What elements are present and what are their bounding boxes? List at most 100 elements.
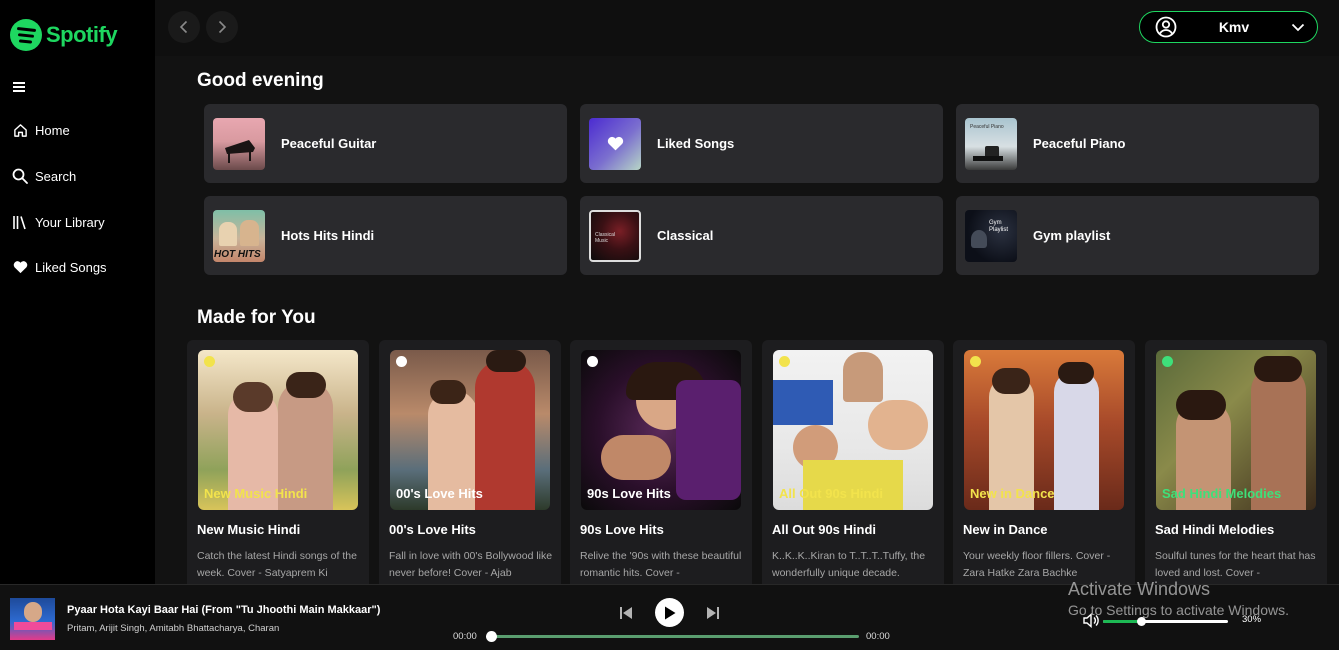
- quick-pick-label: Peaceful Guitar: [281, 136, 377, 151]
- sidebar: Spotify Home Search Your Library Liked S…: [0, 0, 155, 584]
- chevron-right-icon: [218, 20, 227, 34]
- mix-card[interactable]: New in Dance New in Dance Your weekly fl…: [953, 340, 1135, 584]
- mix-cover-title: 00's Love Hits: [396, 486, 483, 501]
- quick-pick-label: Liked Songs: [657, 136, 735, 151]
- user-name: Kmv: [1218, 19, 1250, 35]
- heart-icon: [12, 259, 28, 275]
- now-playing-artists[interactable]: Pritam, Arijit Singh, Amitabh Bhattachar…: [67, 623, 279, 634]
- mix-description: Relive the '90s with these beautiful rom…: [580, 550, 742, 579]
- watermark-line-2: Go to Settings to activate Windows.: [1068, 602, 1289, 618]
- mix-title: New Music Hindi: [197, 522, 301, 537]
- mix-card[interactable]: New Music Hindi New Music Hindi Catch th…: [187, 340, 369, 584]
- sidebar-item-label: Your Library: [35, 214, 105, 230]
- mix-cover: 00's Love Hits: [390, 350, 550, 510]
- sidebar-item-library[interactable]: Your Library: [12, 214, 105, 230]
- main-content[interactable]: Kmv Good evening Peaceful Guitar Liked S…: [155, 0, 1339, 584]
- cover-text: Peaceful Piano: [970, 123, 1004, 130]
- mix-card[interactable]: 00's Love Hits 00's Love Hits Fall in lo…: [379, 340, 561, 584]
- quick-pick-label: Peaceful Piano: [1033, 136, 1126, 151]
- elapsed-time: 00:00: [453, 631, 477, 642]
- top-bar: Kmv: [155, 0, 1339, 56]
- seek-bar[interactable]: [486, 631, 859, 642]
- liked-songs-cover: [589, 117, 641, 170]
- quick-pick-card[interactable]: Liked Songs: [580, 104, 943, 183]
- chevron-down-icon: [1291, 23, 1305, 31]
- cover-text: Gym Playlist: [989, 219, 1009, 233]
- watermark-line-1: Activate Windows: [1068, 579, 1211, 599]
- spotify-logo[interactable]: Spotify: [10, 19, 118, 51]
- windows-activation-watermark: Activate Windows Go to Settings to activ…: [1068, 579, 1289, 618]
- volume-slider[interactable]: [1103, 617, 1228, 626]
- spotify-badge-icon: [204, 356, 215, 367]
- mix-description: Fall in love with 00's Bollywood like ne…: [389, 550, 553, 579]
- total-time: 00:00: [866, 631, 890, 642]
- previous-button[interactable]: [618, 598, 634, 627]
- quick-pick-card[interactable]: Classical Music Classical: [580, 196, 943, 275]
- library-icon: [12, 214, 28, 230]
- cover-text: HOT HITS: [214, 248, 261, 260]
- quick-pick-card[interactable]: Peaceful Guitar: [204, 104, 567, 183]
- now-playing-title[interactable]: Pyaar Hota Kayi Baar Hai (From "Tu Jhoot…: [67, 604, 380, 616]
- spotify-badge-icon: [779, 356, 790, 367]
- mix-cover: Sad Hindi Melodies: [1156, 350, 1316, 510]
- sidebar-item-label: Search: [35, 168, 77, 184]
- mix-cover: 90s Love Hits: [581, 350, 741, 510]
- sidebar-item-label: Liked Songs: [35, 259, 107, 275]
- playlist-cover: Peaceful Piano: [965, 117, 1017, 170]
- seek-handle[interactable]: [486, 631, 497, 642]
- greeting-title: Good evening: [197, 70, 324, 91]
- spotify-badge-icon: [1162, 356, 1173, 367]
- mix-cover-title: All Out 90s Hindi: [779, 486, 884, 501]
- spotify-app: Spotify Home Search Your Library Liked S…: [0, 0, 1339, 650]
- cover-text: Classical Music: [595, 231, 616, 244]
- quick-pick-card[interactable]: HOT HITS Hots Hits Hindi: [204, 196, 567, 275]
- mix-cover-title: 90s Love Hits: [587, 486, 671, 501]
- playlist-cover: [213, 117, 265, 170]
- mix-cover: New in Dance: [964, 350, 1124, 510]
- sidebar-item-label: Home: [35, 122, 70, 138]
- sidebar-item-home[interactable]: Home: [12, 122, 70, 138]
- quick-pick-card[interactable]: Gym Playlist Gym playlist: [956, 196, 1319, 275]
- now-playing-cover[interactable]: [10, 598, 55, 640]
- sidebar-item-search[interactable]: Search: [12, 168, 76, 184]
- playlist-cover: Classical Music: [589, 209, 641, 262]
- mix-card[interactable]: Sad Hindi Melodies Sad Hindi Melodies So…: [1145, 340, 1327, 584]
- mix-title: All Out 90s Hindi: [772, 522, 877, 537]
- skip-previous-icon: [620, 606, 632, 619]
- mix-title: 00's Love Hits: [389, 522, 476, 537]
- made-for-you-title: Made for You: [197, 307, 316, 328]
- search-icon: [12, 168, 28, 184]
- heart-icon: [607, 136, 623, 151]
- playlist-cover: Gym Playlist: [965, 209, 1017, 262]
- sidebar-item-liked-songs[interactable]: Liked Songs: [12, 259, 107, 275]
- spotify-badge-icon: [587, 356, 598, 367]
- volume-handle[interactable]: [1136, 617, 1146, 626]
- quick-pick-card[interactable]: Peaceful Piano Peaceful Piano: [956, 104, 1319, 183]
- user-avatar-icon: [1155, 16, 1177, 38]
- home-icon: [12, 122, 28, 138]
- spotify-wordmark: Spotify: [46, 22, 118, 47]
- forward-button[interactable]: [206, 11, 238, 43]
- user-menu-button[interactable]: Kmv: [1139, 11, 1318, 43]
- quick-pick-label: Gym playlist: [1033, 228, 1111, 243]
- mix-description: Soulful tunes for the heart that has lov…: [1155, 550, 1316, 579]
- play-button[interactable]: [655, 598, 684, 627]
- play-icon: [664, 606, 675, 619]
- mix-cover: All Out 90s Hindi: [773, 350, 933, 510]
- quick-pick-label: Hots Hits Hindi: [281, 228, 375, 243]
- spotify-badge-icon: [970, 356, 981, 367]
- hamburger-menu-icon[interactable]: [13, 82, 25, 93]
- playlist-cover: HOT HITS: [213, 209, 265, 262]
- mix-description: Catch the latest Hindi songs of the week…: [197, 550, 357, 579]
- mix-cover-title: New in Dance: [970, 486, 1055, 501]
- next-button[interactable]: [705, 598, 721, 627]
- mix-title: Sad Hindi Melodies: [1155, 522, 1275, 537]
- mix-cover-title: New Music Hindi: [204, 486, 308, 501]
- mix-card[interactable]: 90s Love Hits 90s Love Hits Relive the '…: [570, 340, 752, 584]
- mix-cover: New Music Hindi: [198, 350, 358, 510]
- mix-card[interactable]: All Out 90s Hindi All Out 90s Hindi K..K…: [762, 340, 944, 584]
- skip-next-icon: [707, 606, 719, 619]
- chevron-left-icon: [179, 20, 188, 34]
- spotify-logo-icon: [10, 19, 42, 51]
- back-button[interactable]: [168, 11, 200, 43]
